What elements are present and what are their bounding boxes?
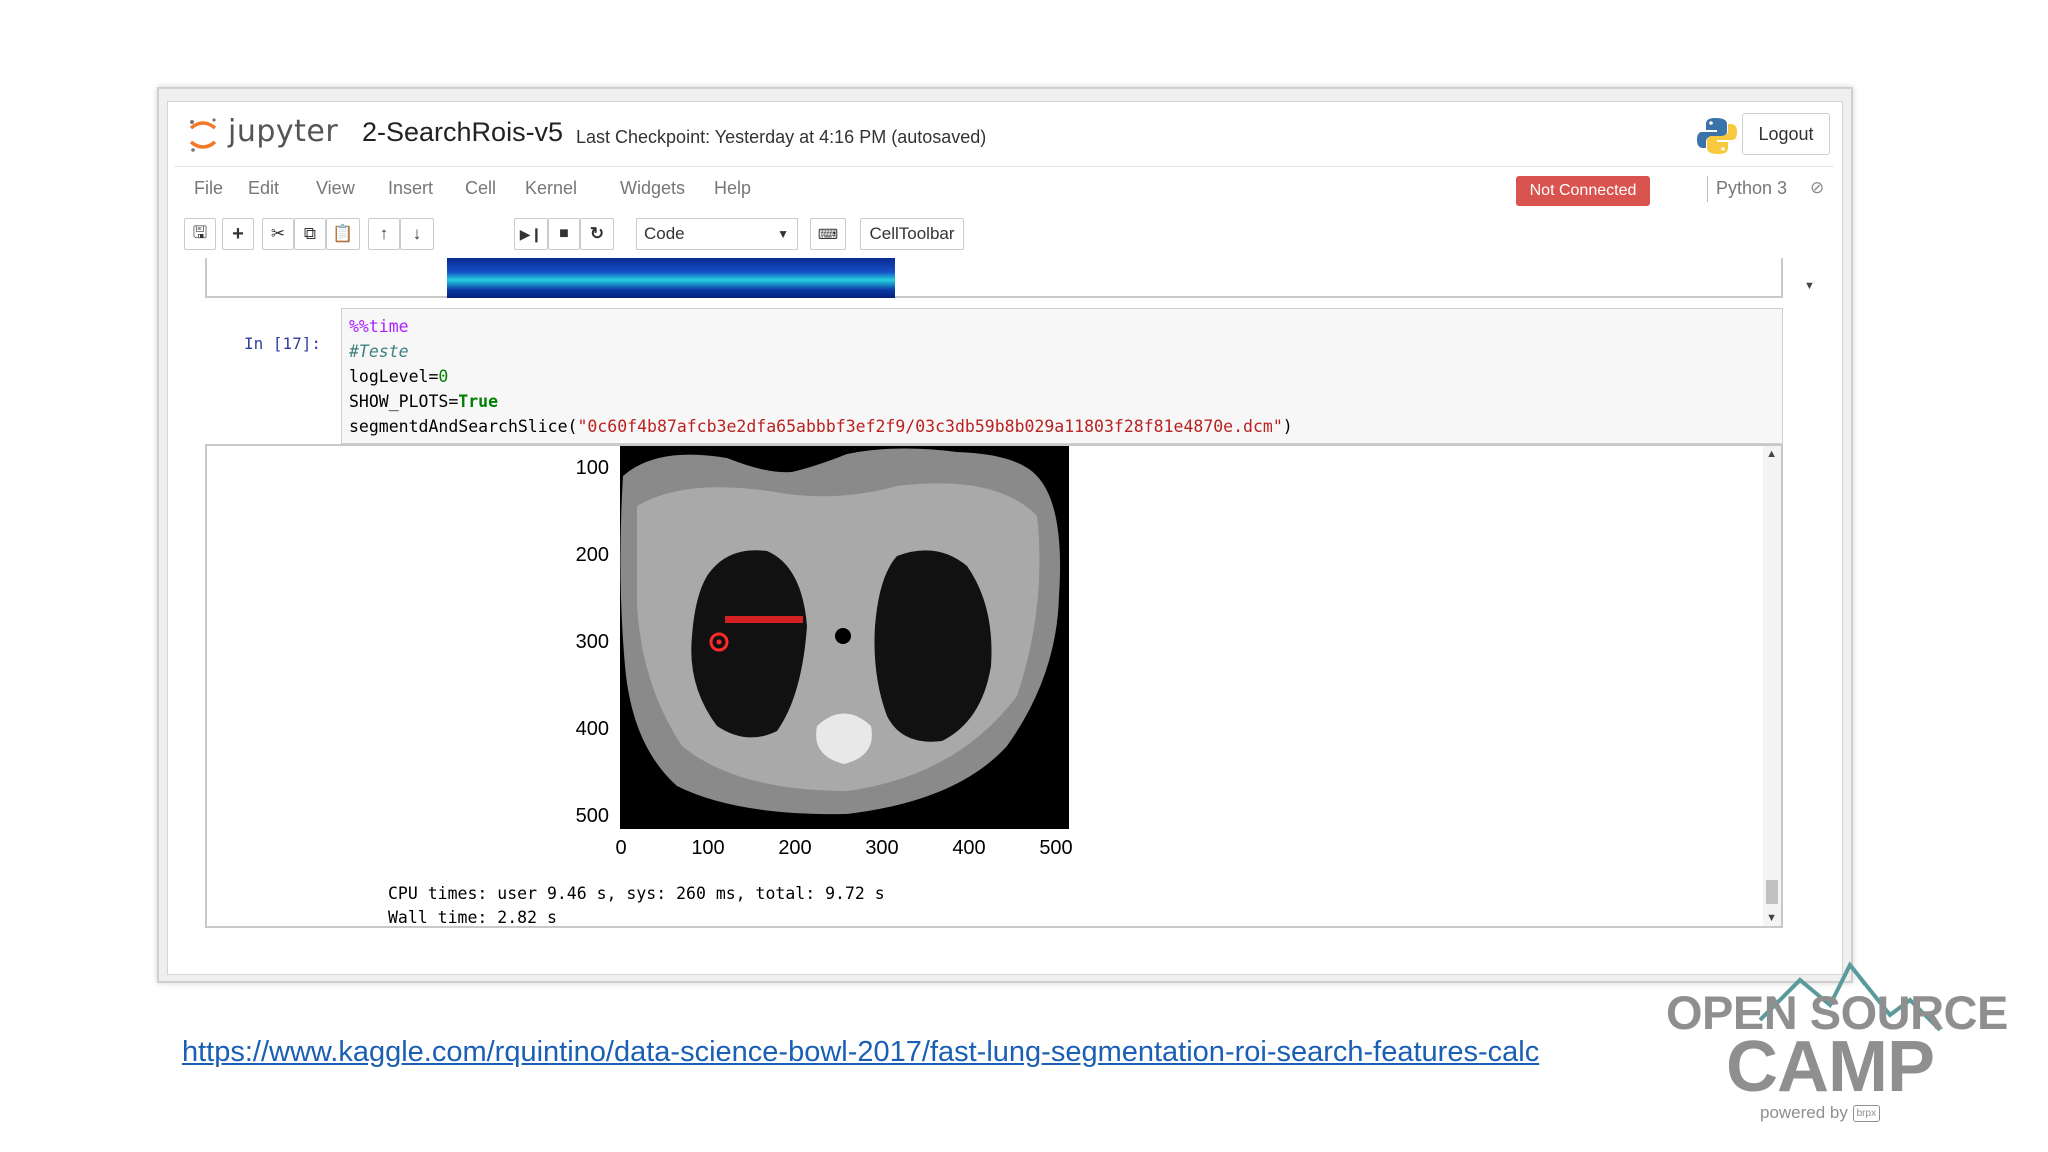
powered-by-text: powered by brpx <box>1760 1103 1881 1123</box>
code-line-2: #Teste <box>349 342 409 361</box>
jupyter-wordmark[interactable]: jupyter <box>228 114 338 149</box>
scroll-up-arrow-icon[interactable]: ▲ <box>1766 448 1777 460</box>
x-tick-label: 500 <box>1039 837 1072 859</box>
kaggle-link[interactable]: https://www.kaggle.com/rquintino/data-sc… <box>182 1036 1539 1069</box>
scroll-down-arrow-icon[interactable]: ▼ <box>1804 280 1815 292</box>
stdout-wall-time: Wall time: 2.82 s <box>388 908 557 924</box>
y-tick-label: 300 <box>576 631 609 653</box>
insert-cell-icon[interactable]: + <box>222 218 254 250</box>
menu-help[interactable]: Help <box>714 178 751 199</box>
restart-icon[interactable]: ↻ <box>580 218 614 250</box>
roi-marker-center <box>716 639 722 645</box>
interrupt-icon[interactable]: ■ <box>548 218 580 250</box>
code-comment: #Teste <box>349 342 409 361</box>
jupyter-window: jupyter 2-SearchRois-v5 Last Checkpoint:… <box>167 101 1843 975</box>
run-cell-icon[interactable]: ▶❙ <box>514 218 548 250</box>
checkpoint-status: Last Checkpoint: Yesterday at 4:16 PM (a… <box>576 127 987 147</box>
cut-icon[interactable]: ✂ <box>262 218 294 250</box>
logout-button[interactable]: Logout <box>1742 113 1830 155</box>
y-tick-label: 200 <box>576 544 609 566</box>
cell-output: 100 200 300 400 500 0 100 200 300 400 50… <box>205 444 1783 928</box>
code-assign-showplots: SHOW_PLOTS= <box>349 392 459 411</box>
celltoolbar-button[interactable]: CellToolbar <box>860 218 964 250</box>
code-function-call: segmentdAndSearchSlice( <box>349 417 578 436</box>
kernel-separator <box>1707 176 1708 202</box>
x-tick-label: 200 <box>778 837 811 859</box>
code-keyword: True <box>458 392 499 411</box>
code-assign-loglevel: logLevel= <box>349 367 439 386</box>
code-line-3: logLevel=0 <box>349 367 448 386</box>
notebook-header: jupyter 2-SearchRois-v5 Last Checkpoint:… <box>168 102 1842 166</box>
y-axis: 100 200 300 400 500 <box>576 457 609 827</box>
code-number: 0 <box>438 367 449 386</box>
cell-type-select[interactable]: Code ▼ <box>636 218 798 250</box>
kernel-status-icon: ⊘ <box>1810 178 1825 197</box>
paste-icon[interactable]: 📋 <box>326 218 360 250</box>
menu-cell[interactable]: Cell <box>465 178 496 199</box>
notebook-area: ▼ In [17]: %%time #Teste logLevel=0 SHOW… <box>168 258 1842 974</box>
notebook-title[interactable]: 2-SearchRois-v5 <box>362 117 563 148</box>
menu-kernel[interactable]: Kernel <box>525 178 577 199</box>
menu-edit[interactable]: Edit <box>248 178 279 199</box>
move-up-icon[interactable]: ↑ <box>368 218 400 250</box>
copy-icon[interactable]: ⧉ <box>294 218 326 250</box>
brand-line-2: CAMP <box>1726 1027 1935 1107</box>
code-line-1: %%time <box>349 317 409 336</box>
jupyter-logo-icon[interactable] <box>188 116 218 154</box>
menubar: File Edit View Insert Cell Kernel Widget… <box>174 166 1834 212</box>
x-tick-label: 0 <box>615 837 626 859</box>
x-axis: 0 100 200 300 400 500 <box>615 837 1072 859</box>
toolbar: 🖫 + ✂ ⧉ 📋 ↑ ↓ ▶❙ ■ ↻ Code ▼ ⌨ CellToolba… <box>168 210 1842 258</box>
previous-output-image <box>447 258 895 298</box>
x-tick-label: 100 <box>691 837 724 859</box>
save-icon[interactable]: 🖫 <box>184 218 216 250</box>
y-tick-label: 500 <box>576 805 609 827</box>
brpx-logo-icon: brpx <box>1852 1105 1881 1123</box>
ct-trachea <box>835 628 851 644</box>
menu-insert[interactable]: Insert <box>388 178 433 199</box>
previous-cell-output: ▼ <box>205 258 1815 298</box>
code-line-5: segmentdAndSearchSlice("0c60f4b87afcb3e2… <box>349 417 1293 436</box>
code-string: "0c60f4b87afcb3e2dfa65abbbf3ef2f9/03c3db… <box>577 417 1283 436</box>
output-scrollbar[interactable]: ▲ ▼ <box>1763 446 1781 926</box>
powered-by-label: powered by <box>1760 1103 1848 1122</box>
kernel-name: Python 3 <box>1716 178 1788 198</box>
scrollbar-thumb[interactable] <box>1766 880 1778 904</box>
code-line-4: SHOW_PLOTS=True <box>349 392 498 411</box>
python-logo-icon <box>1697 118 1737 154</box>
chevron-down-icon: ▼ <box>777 227 789 241</box>
menu-view[interactable]: View <box>316 178 355 199</box>
scroll-down-arrow-icon[interactable]: ▼ <box>1766 912 1777 924</box>
menu-widgets[interactable]: Widgets <box>620 178 685 199</box>
move-down-icon[interactable]: ↓ <box>400 218 434 250</box>
code-cell-input[interactable]: %%time #Teste logLevel=0 SHOW_PLOTS=True… <box>341 308 1783 444</box>
connection-status-badge[interactable]: Not Connected <box>1516 176 1650 206</box>
code-close-paren: ) <box>1282 417 1293 436</box>
y-tick-label: 400 <box>576 718 609 740</box>
stdout-cpu-times: CPU times: user 9.46 s, sys: 260 ms, tot… <box>388 884 885 903</box>
menu-file[interactable]: File <box>194 178 223 199</box>
magic-command: %%time <box>349 317 409 336</box>
x-tick-label: 300 <box>865 837 898 859</box>
y-tick-label: 100 <box>576 457 609 479</box>
cell-type-value: Code <box>644 224 685 243</box>
roi-label <box>725 616 803 623</box>
cell-prompt: In [17]: <box>244 334 322 353</box>
keyboard-icon[interactable]: ⌨ <box>810 218 846 250</box>
x-tick-label: 400 <box>952 837 985 859</box>
ct-scan-plot: 100 200 300 400 500 0 100 200 300 400 50… <box>576 446 1073 859</box>
